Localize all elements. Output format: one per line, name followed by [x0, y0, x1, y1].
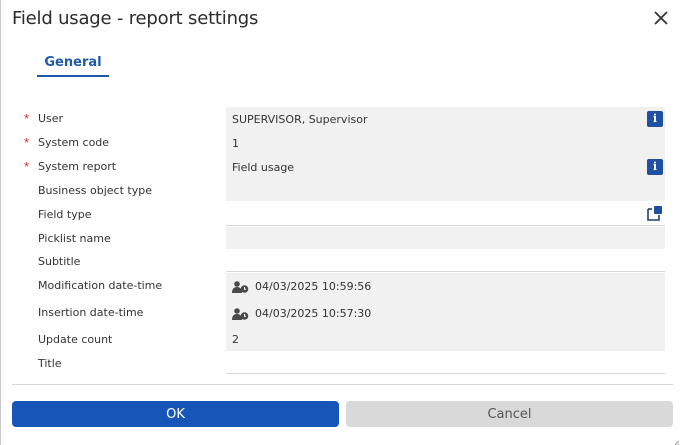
required-marker: * [24, 135, 30, 150]
field-label-title: Title [38, 357, 62, 370]
title-input[interactable] [226, 351, 665, 374]
field-label-picklist-name: Picklist name [38, 232, 111, 245]
field-label-modification-date-time: Modification date-time [38, 279, 163, 292]
field-label-system-report: System report [38, 160, 117, 173]
required-marker: * [24, 111, 30, 126]
modification-date-time-value: 04/03/2025 10:59:56 [255, 280, 372, 293]
field-row-field-type: Field type [1, 203, 680, 227]
update-count-field[interactable]: 2 [226, 327, 665, 351]
tab-active-indicator [37, 75, 109, 77]
field-label-subtitle: Subtitle [38, 255, 81, 268]
insertion-date-time-field[interactable]: 04/03/2025 10:57:30 [226, 300, 665, 327]
field-label-system-code: System code [38, 136, 110, 149]
field-row-title: Title [1, 351, 680, 375]
info-icon[interactable]: i [647, 159, 663, 175]
user-clock-icon [232, 307, 249, 320]
cancel-button[interactable]: Cancel [346, 401, 673, 427]
field-row-system-code: * System code 1 [1, 131, 680, 155]
field-row-update-count: Update count 2 [1, 327, 680, 351]
field-row-system-report: * System report Field usage i [1, 155, 680, 179]
field-label-field-type: Field type [38, 208, 92, 221]
user-clock-icon [232, 280, 249, 293]
field-label-insertion-date-time: Insertion date-time [38, 306, 144, 319]
info-icon[interactable]: i [647, 111, 663, 127]
field-row-user: * User SUPERVISOR, Supervisor i [1, 107, 680, 131]
field-row-modification-date-time: Modification date-time 04/03/2025 10:59:… [1, 273, 680, 301]
required-marker: * [24, 159, 30, 174]
picklist-name-field[interactable] [226, 227, 665, 249]
field-label-update-count: Update count [38, 333, 113, 346]
field-row-subtitle: Subtitle [1, 251, 680, 273]
field-type-input[interactable] [226, 203, 665, 226]
field-label-business-object-type: Business object type [38, 184, 152, 197]
tab-general[interactable]: General [37, 55, 109, 77]
ok-button[interactable]: OK [12, 401, 339, 427]
footer-divider [12, 384, 673, 385]
update-count-value: 2 [232, 332, 239, 346]
user-value: SUPERVISOR, Supervisor [232, 112, 368, 126]
resize-grip-icon[interactable] [671, 435, 680, 445]
report-settings-dialog: Field usage - report settings General * … [0, 0, 680, 445]
business-object-type-field[interactable] [226, 179, 665, 201]
dialog-title: Field usage - report settings [12, 8, 259, 29]
field-row-business-object-type: Business object type [1, 179, 680, 203]
system-report-field[interactable]: Field usage i [226, 155, 665, 179]
insertion-date-time-value: 04/03/2025 10:57:30 [255, 307, 372, 320]
subtitle-input[interactable] [226, 251, 665, 272]
system-code-value: 1 [232, 136, 239, 150]
user-field[interactable]: SUPERVISOR, Supervisor i [226, 107, 665, 131]
open-popup-icon[interactable] [646, 205, 663, 222]
modification-date-time-field[interactable]: 04/03/2025 10:59:56 [226, 273, 665, 300]
field-row-picklist-name: Picklist name [1, 227, 680, 251]
close-icon[interactable] [649, 6, 673, 30]
system-report-value: Field usage [232, 160, 295, 174]
field-label-user: User [38, 112, 64, 125]
field-row-insertion-date-time: Insertion date-time 04/03/2025 10:57:30 [1, 300, 680, 328]
system-code-field[interactable]: 1 [226, 131, 665, 155]
